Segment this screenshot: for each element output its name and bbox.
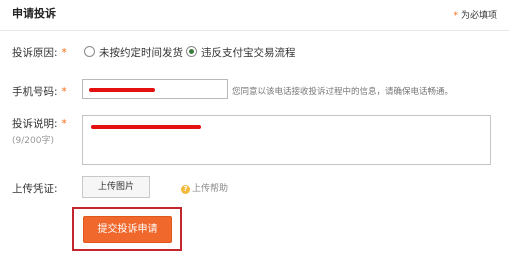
reason-option-alipay-process-label: 违反支付宝交易流程 [201, 47, 296, 59]
upload-help-link[interactable]: ? 上传帮助 [181, 181, 228, 194]
radio-button-checked[interactable] [186, 46, 197, 57]
reason-required-star: * [61, 47, 67, 59]
phone-redaction [89, 88, 155, 92]
phone-required-star: * [61, 86, 67, 98]
description-required-star: * [61, 118, 67, 130]
description-char-count: (9/200字) [12, 136, 54, 146]
description-label: 投诉说明: * [12, 116, 67, 131]
description-label-text: 投诉说明: [12, 118, 58, 130]
reason-label-text: 投诉原因: [12, 47, 58, 59]
required-star: * [453, 11, 458, 21]
upload-image-button[interactable]: 上传图片 [82, 176, 150, 198]
header-divider [0, 30, 509, 31]
help-question-icon: ? [181, 185, 190, 194]
upload-help-text: 上传帮助 [192, 184, 229, 194]
phone-label: 手机号码: * [12, 84, 67, 99]
required-note-text: 为必填项 [460, 11, 497, 21]
description-textarea[interactable] [82, 115, 491, 165]
reason-label: 投诉原因: * [12, 45, 67, 60]
page-title: 申请投诉 [12, 7, 56, 20]
reason-option-delivery[interactable]: 未按约定时间发货 [84, 45, 183, 60]
reason-option-alipay-process[interactable]: 违反支付宝交易流程 [186, 45, 296, 60]
upload-label: 上传凭证: [12, 183, 58, 195]
phone-label-text: 手机号码: [12, 86, 58, 98]
phone-input[interactable] [82, 79, 228, 99]
phone-hint: 您同意以该电话接收投诉过程中的信息，请确保电话畅通。 [232, 87, 454, 97]
required-note: * 为必填项 [453, 8, 497, 21]
reason-option-delivery-label: 未按约定时间发货 [99, 47, 183, 59]
description-redaction [91, 125, 201, 129]
radio-button[interactable] [84, 46, 95, 57]
submit-complaint-button[interactable]: 提交投诉申请 [83, 216, 172, 243]
